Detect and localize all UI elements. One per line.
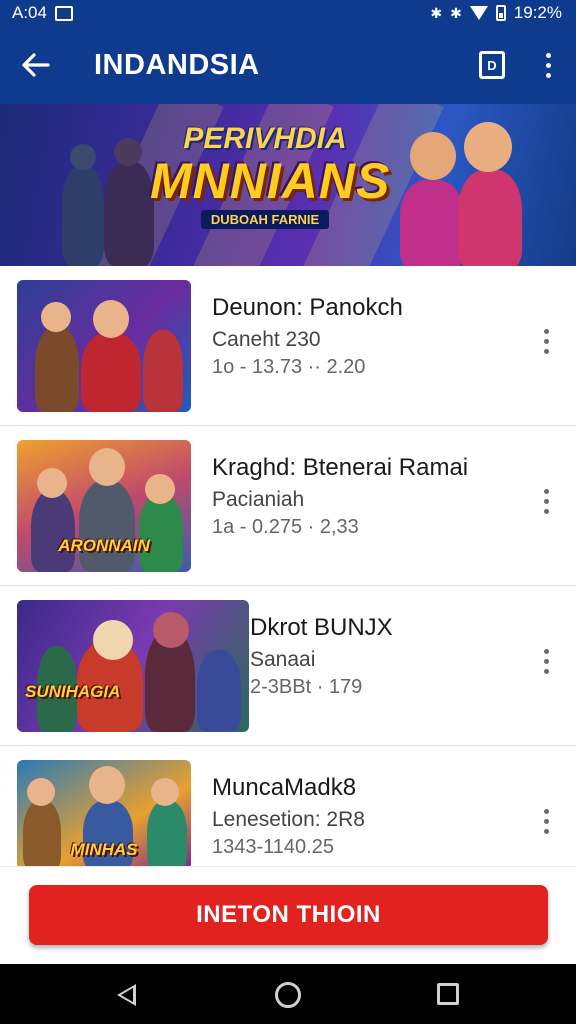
thumbnail-face: [37, 468, 67, 498]
banner-hero: [104, 162, 154, 266]
status-right: ✱ ✱ 19:2%: [430, 3, 562, 23]
item-title: MuncaMadk8: [212, 774, 357, 801]
thumbnail-char: [35, 326, 79, 412]
game-list: Deunon: Panokch Caneht 230 1o - 13.73 ··…: [0, 266, 576, 870]
thumbnail-logo: SUNIHAGIA: [25, 682, 121, 701]
item-title: Deunon: Panokch: [212, 294, 403, 321]
overflow-menu-icon: [543, 808, 549, 814]
app-bar: INDANDSIA D: [0, 26, 576, 104]
status-left: A:04: [12, 3, 73, 23]
primary-action-button[interactable]: INETON THIOIN: [29, 885, 548, 945]
item-menu-button[interactable]: [528, 636, 564, 686]
page-title: INDANDSIA: [94, 48, 260, 81]
overflow-menu-button[interactable]: [520, 26, 576, 104]
promo-banner[interactable]: PERIVHDIA MNNIANS DUBOAH FARNIE: [0, 104, 576, 266]
thumbnail-face: [93, 620, 133, 660]
banner-hero-head: [464, 122, 512, 172]
overflow-menu-icon: [543, 328, 549, 334]
app-screen: A:04 ✱ ✱ 19:2% INDANDSIA D PERIVHDIA MNN…: [0, 0, 576, 1024]
thumbnail-face: [145, 474, 175, 504]
overflow-dot: [543, 818, 549, 824]
back-button[interactable]: [0, 26, 72, 104]
banner-hero-head: [114, 138, 142, 166]
item-title: Dkrot BUNJX: [250, 614, 393, 641]
item-title: Kraghd: Btenerai Ramai: [212, 454, 469, 481]
bottom-action-area: INETON THIOIN: [0, 866, 576, 964]
overflow-dot: [543, 348, 549, 354]
overflow-menu-icon: [545, 52, 551, 58]
banner-hero: [458, 170, 522, 266]
thumbnail-logo: MINHAS: [70, 840, 138, 859]
list-item[interactable]: SUNIHAGIA Dkrot BUNJX Sanaai 2-3BBt · 17…: [0, 586, 576, 746]
wifi-icon: [469, 6, 488, 20]
bluetooth-alt-icon: ✱: [450, 5, 462, 21]
battery-icon: [495, 5, 506, 21]
item-menu-button[interactable]: [528, 476, 564, 526]
thumbnail-logo: ARONNAIN: [58, 536, 150, 555]
banner-subline: DUBOAH FARNIE: [200, 210, 330, 229]
thumbnail-face: [27, 778, 55, 806]
thumbnail-face: [89, 766, 125, 804]
item-subtitle: Lenesetion: 2R8: [212, 808, 365, 831]
item-meta: 2-3BBt · 179: [250, 676, 363, 698]
item-subtitle: Sanaai: [250, 648, 316, 671]
list-item[interactable]: ARONNAIN Kraghd: Btenerai Ramai Paciania…: [0, 426, 576, 586]
thumbnail-face: [41, 302, 71, 332]
thumbnail-char: [79, 480, 135, 572]
item-thumbnail: [17, 280, 191, 412]
item-thumbnail: MINHAS: [17, 760, 191, 870]
overflow-dot: [543, 668, 549, 674]
badge-button[interactable]: D: [464, 26, 520, 104]
banner-logo: PERIVHDIA MNNIANS DUBOAH FARNIE: [150, 122, 391, 229]
nav-back-icon[interactable]: [117, 984, 136, 1006]
overflow-dot: [545, 62, 551, 68]
item-menu-button[interactable]: [528, 796, 564, 846]
list-item[interactable]: Deunon: Panokch Caneht 230 1o - 13.73 ··…: [0, 266, 576, 426]
thumbnail-char: [139, 494, 183, 572]
overflow-menu-icon: [543, 648, 549, 654]
list-item[interactable]: MINHAS MuncaMadk8 Lenesetion: 2R8 1343-1…: [0, 746, 576, 870]
battery-percent: 19:2%: [513, 3, 562, 22]
item-subtitle: Caneht 230: [212, 328, 321, 351]
back-arrow-icon: [22, 53, 50, 77]
system-nav-bar: [0, 964, 576, 1024]
thumbnail-face: [151, 778, 179, 806]
banner-hero-head: [70, 144, 96, 170]
thumbnail-face: [93, 300, 129, 338]
sim-icon: [54, 5, 73, 21]
banner-hero: [400, 180, 464, 266]
item-meta: 1343-1140.25: [212, 836, 334, 858]
item-subtitle: Pacianiah: [212, 488, 305, 511]
badge-icon: D: [479, 51, 505, 79]
bluetooth-icon: ✱: [430, 5, 443, 21]
nav-home-icon[interactable]: [275, 982, 301, 1008]
thumbnail-char: [81, 332, 141, 412]
banner-hero-head: [410, 132, 456, 180]
overflow-dot: [543, 498, 549, 504]
overflow-dot: [543, 338, 549, 344]
item-thumbnail: SUNIHAGIA: [17, 600, 249, 732]
thumbnail-char: [31, 490, 75, 572]
item-meta: 1a - 0.275 · 2,33: [212, 516, 359, 538]
item-menu-button[interactable]: [528, 316, 564, 366]
banner-hero: [62, 166, 104, 266]
overflow-dot: [543, 658, 549, 664]
banner-mainline: MNNIANS: [150, 153, 391, 209]
overflow-dot: [545, 72, 551, 78]
thumbnail-face: [153, 612, 189, 648]
overflow-menu-icon: [543, 488, 549, 494]
nav-recents-icon[interactable]: [437, 983, 459, 1005]
thumbnail-face: [89, 448, 125, 486]
thumbnail-char: [143, 330, 183, 412]
overflow-dot: [543, 508, 549, 514]
item-thumbnail: ARONNAIN: [17, 440, 191, 572]
status-time: A:04: [12, 3, 47, 22]
status-bar: A:04 ✱ ✱ 19:2%: [0, 0, 576, 26]
item-meta: 1o - 13.73 ·· 2.20: [212, 356, 366, 378]
banner-topline: PERIVHDIA: [183, 122, 347, 155]
overflow-dot: [543, 828, 549, 834]
